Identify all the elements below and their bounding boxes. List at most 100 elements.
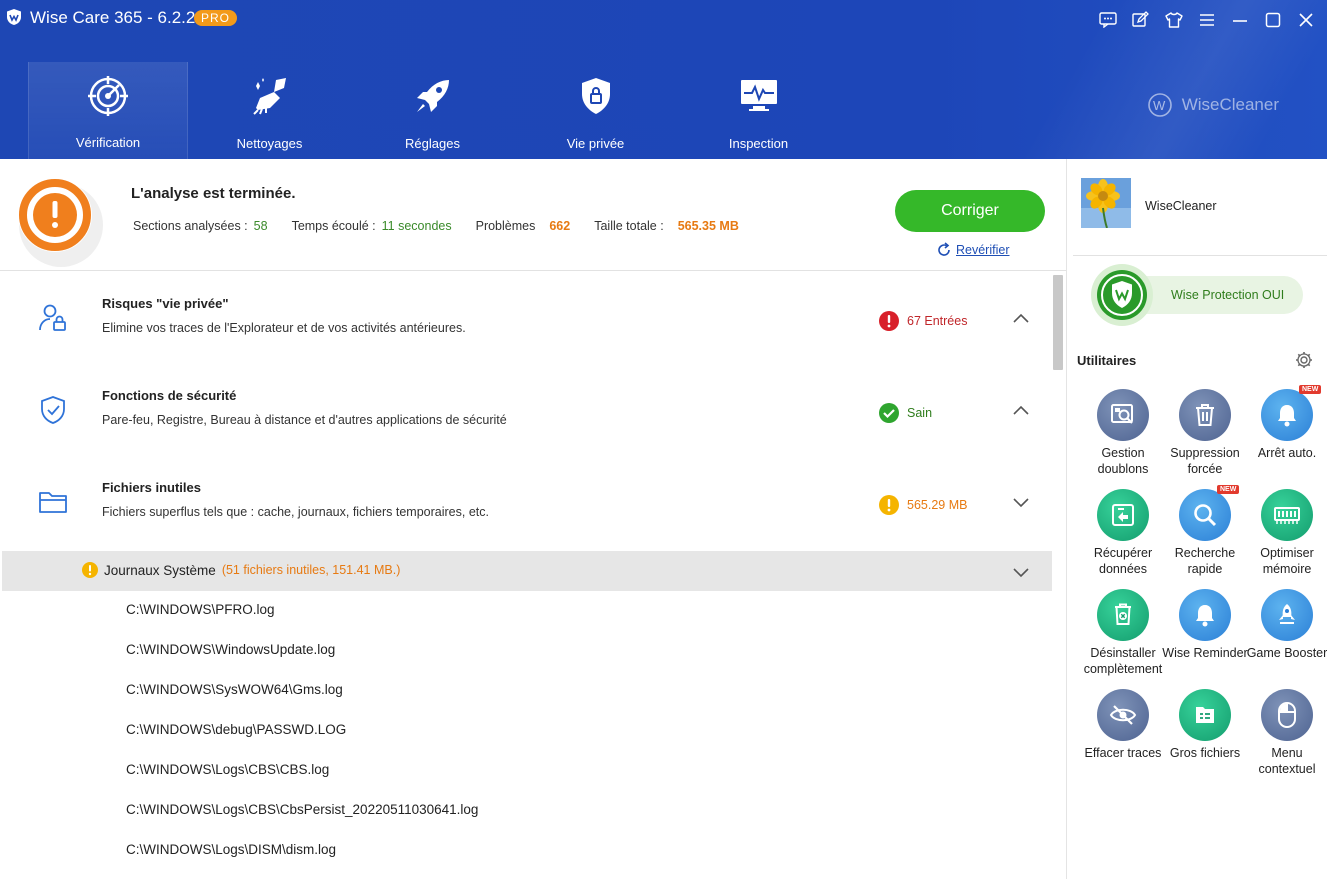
tool-icon-bg bbox=[1097, 489, 1149, 541]
tool-icon-bg bbox=[1261, 389, 1313, 441]
stat-label: Temps écoulé : bbox=[291, 219, 376, 233]
tool-icon-bg bbox=[1097, 389, 1149, 441]
right-panel: WiseCleaner Wise Protection OUI Utilitai… bbox=[1066, 159, 1327, 879]
tool-game-booster[interactable]: Game Booster bbox=[1243, 585, 1327, 681]
main-nav: Vérification Nettoyages Réglages Vie pri… bbox=[28, 62, 840, 159]
folder-icon bbox=[39, 492, 67, 513]
uninstall-icon bbox=[1115, 603, 1131, 625]
tool-data-recovery[interactable]: Récupérer données bbox=[1079, 485, 1161, 581]
data-recovery-icon bbox=[1112, 504, 1134, 526]
tool-memory-optimizer[interactable]: Optimiser mémoire bbox=[1243, 485, 1325, 581]
broom-icon bbox=[252, 78, 286, 115]
chevron-down-icon[interactable] bbox=[1012, 496, 1030, 508]
tool-auto-shutdown[interactable]: NEW Arrêt auto. bbox=[1243, 385, 1325, 481]
tool-label: Désinstaller complètement bbox=[1083, 646, 1163, 676]
tool-uninstaller[interactable]: Désinstaller complètement bbox=[1079, 585, 1162, 681]
titlebar[interactable]: Wise Care 365 - 6.2.2 PRO bbox=[0, 0, 1327, 40]
stat-elapsed: Temps écoulé : 11 secondes bbox=[292, 219, 452, 233]
maximize-icon[interactable] bbox=[1263, 10, 1282, 29]
tool-wise-reminder[interactable]: Wise Reminder bbox=[1161, 585, 1248, 681]
subgroup-system-logs[interactable]: Journaux Système (51 fichiers inutiles, … bbox=[2, 551, 1052, 591]
warning-icon bbox=[82, 562, 98, 578]
tool-label: Suppression forcée bbox=[1170, 446, 1240, 476]
reminder-bell-icon bbox=[1196, 605, 1214, 627]
duplicate-finder-icon bbox=[1111, 404, 1133, 424]
category-description: Elimine vos traces de l'Explorateur et d… bbox=[102, 321, 466, 335]
magnifier-icon bbox=[1194, 504, 1217, 527]
avatar[interactable] bbox=[1081, 178, 1131, 228]
tool-force-delete[interactable]: Suppression forcée bbox=[1161, 385, 1243, 481]
error-icon bbox=[879, 311, 899, 331]
gear-icon[interactable] bbox=[1295, 351, 1313, 369]
tool-context-menu[interactable]: Menu contextuel bbox=[1243, 685, 1325, 781]
fix-button[interactable]: Corriger bbox=[895, 190, 1045, 232]
tool-icon-bg bbox=[1097, 589, 1149, 641]
category-status: 67 Entrées bbox=[879, 311, 967, 331]
tab-inspection[interactable]: Inspection bbox=[677, 62, 840, 159]
stat-value: 662 bbox=[549, 219, 571, 233]
protection-shield-icon[interactable] bbox=[1090, 263, 1154, 327]
category-junk-files[interactable]: Fichiers inutiles Fichiers superflus tel… bbox=[0, 456, 1050, 548]
subgroup-title: Journaux Système bbox=[104, 562, 216, 578]
tab-label: Réglages bbox=[405, 136, 460, 151]
tool-erase-traces[interactable]: Effacer traces bbox=[1079, 685, 1161, 781]
list-item[interactable]: C:\WINDOWS\Logs\DISM\dism.log bbox=[126, 842, 478, 879]
list-item[interactable]: C:\WINDOWS\Logs\CBS\CbsPersist_202205110… bbox=[126, 802, 478, 842]
category-security[interactable]: Fonctions de sécurité Pare-feu, Registre… bbox=[0, 364, 1050, 456]
tab-vie-privee[interactable]: Vie privée bbox=[514, 62, 677, 159]
chevron-down-icon[interactable] bbox=[1012, 566, 1030, 578]
tool-icon-bg bbox=[1097, 689, 1149, 741]
chevron-up-icon[interactable] bbox=[1012, 312, 1030, 324]
tool-quick-search[interactable]: NEW Recherche rapide bbox=[1161, 485, 1243, 581]
big-files-icon bbox=[1196, 707, 1214, 723]
bell-icon bbox=[1278, 405, 1296, 427]
list-item[interactable]: C:\WINDOWS\SysWOW64\Gms.log bbox=[126, 682, 478, 722]
window-controls bbox=[1098, 10, 1315, 29]
list-item[interactable]: C:\WINDOWS\debug\PASSWD.LOG bbox=[126, 722, 478, 762]
menu-icon[interactable] bbox=[1197, 10, 1216, 29]
memory-chip-icon bbox=[1274, 507, 1300, 524]
scan-result-title: L'analyse est terminée. bbox=[131, 185, 296, 202]
results-list[interactable]: Risques "vie privée" Elimine vos traces … bbox=[0, 272, 1066, 879]
mouse-icon bbox=[1278, 702, 1296, 728]
list-item[interactable]: C:\WINDOWS\PFRO.log bbox=[126, 602, 478, 642]
category-status: 565.29 MB bbox=[879, 495, 967, 515]
tab-verification[interactable]: Vérification bbox=[28, 62, 188, 159]
trash-icon bbox=[1196, 404, 1214, 426]
scan-summary: L'analyse est terminée. Sections analysé… bbox=[0, 159, 1066, 271]
user-lock-icon bbox=[39, 304, 66, 331]
recheck-link[interactable]: Revérifier bbox=[936, 242, 1010, 258]
svg-text:W: W bbox=[1153, 98, 1166, 113]
category-description: Fichiers superflus tels que : cache, jou… bbox=[102, 505, 489, 519]
brand-name: WiseCleaner bbox=[1181, 95, 1279, 114]
skin-icon[interactable] bbox=[1164, 10, 1183, 29]
stat-value: 565.35 MB bbox=[677, 219, 739, 233]
tool-icon-bg bbox=[1261, 489, 1313, 541]
tool-icon-bg bbox=[1179, 689, 1231, 741]
recheck-label: Revérifier bbox=[956, 243, 1010, 257]
category-title: Fichiers inutiles bbox=[102, 480, 201, 495]
status-text: 565.29 MB bbox=[907, 498, 968, 512]
tool-label: Effacer traces bbox=[1084, 746, 1162, 760]
close-icon[interactable] bbox=[1296, 10, 1315, 29]
stat-label: Sections analysées : bbox=[133, 219, 248, 233]
chevron-up-icon[interactable] bbox=[1012, 404, 1030, 416]
tab-nettoyages[interactable]: Nettoyages bbox=[188, 62, 351, 159]
tool-big-files[interactable]: Gros fichiers bbox=[1161, 685, 1243, 781]
tool-icon-bg bbox=[1179, 389, 1231, 441]
minimize-icon[interactable] bbox=[1230, 10, 1249, 29]
status-text: Sain bbox=[907, 406, 933, 420]
edit-icon[interactable] bbox=[1131, 10, 1150, 29]
list-item[interactable]: C:\WINDOWS\Logs\CBS\CBS.log bbox=[126, 762, 478, 802]
tab-label: Vérification bbox=[75, 135, 141, 150]
user-name[interactable]: WiseCleaner bbox=[1145, 199, 1217, 213]
feedback-icon[interactable] bbox=[1098, 10, 1117, 29]
warning-icon bbox=[879, 495, 899, 515]
results-scrollbar[interactable] bbox=[1053, 275, 1063, 370]
rocket-icon bbox=[416, 80, 449, 112]
ok-check-icon bbox=[879, 403, 899, 423]
tab-reglages[interactable]: Réglages bbox=[351, 62, 514, 159]
tool-duplicate-finder[interactable]: Gestion doublons bbox=[1079, 385, 1161, 481]
category-privacy-risks[interactable]: Risques "vie privée" Elimine vos traces … bbox=[0, 272, 1050, 364]
list-item[interactable]: C:\WINDOWS\WindowsUpdate.log bbox=[126, 642, 478, 682]
